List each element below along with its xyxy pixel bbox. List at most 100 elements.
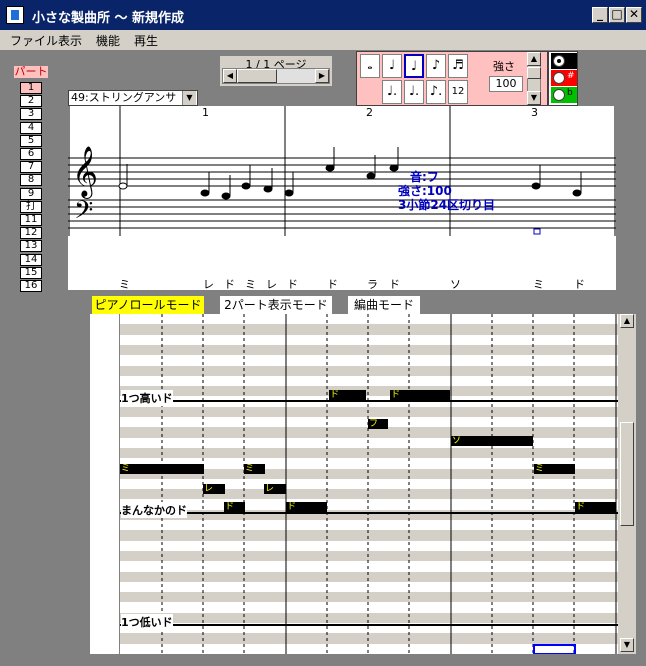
part-item-12[interactable]: 12 xyxy=(20,227,42,240)
whole-note-button[interactable]: 𝅝 xyxy=(360,54,380,78)
app-icon xyxy=(6,6,24,24)
roll-scroll-thumb[interactable] xyxy=(620,422,634,526)
scroll-up-icon[interactable]: ▲ xyxy=(620,314,634,328)
strength-input[interactable]: 100 xyxy=(489,76,523,92)
tooltip-line-3: 3小節24区切り目 xyxy=(398,198,496,212)
roll-note[interactable]: ソ xyxy=(451,436,533,446)
note-name-10: ソ xyxy=(450,278,461,291)
note-name-9: ド xyxy=(389,278,400,291)
bass-clef-icon: 𝄢 xyxy=(74,196,93,231)
roll-note[interactable]: ド xyxy=(390,390,450,400)
note-name-6: ド xyxy=(287,278,298,291)
measure-number-2: 2 xyxy=(366,106,373,119)
part-item-8[interactable]: 8 xyxy=(20,174,42,187)
menu-play[interactable]: 再生 xyxy=(134,32,158,49)
roll-note[interactable]: ド xyxy=(224,502,245,512)
staff-view[interactable]: 𝄞 𝄢 1 2 3 音:フ 強さ:100 3小節24区切り目 ミレドミレドドラド… xyxy=(68,106,616,291)
treble-clef-icon: 𝄞 xyxy=(72,146,98,199)
part-item-15[interactable]: 15 xyxy=(20,266,42,279)
dotted-half-note-button[interactable]: ♩. xyxy=(382,80,402,104)
roll-cursor xyxy=(533,644,576,654)
triplet-button[interactable]: 12 xyxy=(448,80,468,104)
scroll-right-icon[interactable]: ▶ xyxy=(315,69,329,83)
roll-note[interactable]: レ xyxy=(264,484,286,494)
half-note-button[interactable]: ♩ xyxy=(382,54,402,78)
measure-number-3: 3 xyxy=(531,106,538,119)
roll-note[interactable]: ド xyxy=(329,390,366,400)
note-name-8: ラ xyxy=(367,278,378,291)
note-name-11: ミ xyxy=(533,278,544,291)
quarter-note-button[interactable]: ♩ xyxy=(404,54,424,78)
part-item-14[interactable]: 14 xyxy=(20,253,42,266)
window-title: 小さな製曲所 ～ 新規作成 xyxy=(32,11,185,26)
label-low-do: 1つ低いド xyxy=(121,614,173,630)
strength-scroll-thumb[interactable] xyxy=(527,67,541,79)
roll-note[interactable]: ミ xyxy=(120,464,204,474)
cursor-marker xyxy=(533,228,541,235)
maximize-button[interactable]: □ xyxy=(609,7,625,23)
sharp-label: # xyxy=(567,71,575,81)
part-item-7[interactable]: 7 xyxy=(20,161,42,174)
radio-icon xyxy=(553,89,565,101)
strength-scrollbar[interactable]: ▲ ▼ xyxy=(527,52,541,105)
part-item-5[interactable]: 5 xyxy=(20,134,42,147)
key-column xyxy=(90,314,120,654)
scroll-left-icon[interactable]: ◀ xyxy=(223,69,237,83)
piano-roll[interactable]: ドドフソミミミレレドドド 1つ高いド まんなかのド 1つ低いド xyxy=(90,314,618,654)
tooltip-line-2: 強さ:100 xyxy=(398,184,452,198)
accidental-panel: # b xyxy=(548,51,578,106)
note-name-12: ド xyxy=(574,278,585,291)
note-name-2: レ xyxy=(203,278,214,291)
dotted-quarter-note-button[interactable]: ♩. xyxy=(404,80,424,104)
part-item-10[interactable]: 打 xyxy=(20,200,42,213)
roll-note[interactable]: ミ xyxy=(244,464,265,474)
label-middle-do: まんなかのド xyxy=(121,502,187,518)
roll-note[interactable]: ミ xyxy=(534,464,575,474)
tab-two-part[interactable]: 2パート表示モード xyxy=(220,296,332,314)
part-label: パート xyxy=(14,65,48,78)
part-item-4[interactable]: 4 xyxy=(20,121,42,134)
part-item-9[interactable]: 9 xyxy=(20,187,42,200)
measure-number-1: 1 xyxy=(202,106,209,119)
scroll-up-icon[interactable]: ▲ xyxy=(527,52,541,66)
roll-note[interactable]: ド xyxy=(575,502,616,512)
instrument-select[interactable]: 49:ストリングアンサ xyxy=(68,90,198,106)
page-scroll-thumb[interactable] xyxy=(237,69,277,83)
note-name-5: レ xyxy=(266,278,277,291)
roll-scrollbar[interactable]: ▲ ▼ xyxy=(618,314,636,654)
sharp-option[interactable]: # xyxy=(551,70,577,86)
radio-icon xyxy=(553,72,565,84)
note-value-panel: 𝅝 ♩ ♩ ♪ ♬ ♩. ♩. ♪. 12 強さ 100 ▲ ▼ xyxy=(356,51,548,106)
part-item-6[interactable]: 6 xyxy=(20,148,42,160)
scroll-down-icon[interactable]: ▼ xyxy=(620,638,634,652)
part-item-13[interactable]: 13 xyxy=(20,240,42,253)
roll-note[interactable]: フ xyxy=(368,419,388,429)
minimize-button[interactable]: _ xyxy=(592,7,608,23)
chevron-down-icon[interactable]: ▼ xyxy=(182,91,196,105)
menu-function[interactable]: 機能 xyxy=(96,32,120,49)
roll-note[interactable]: レ xyxy=(203,484,225,494)
part-item-11[interactable]: 11 xyxy=(20,214,42,226)
dotted-eighth-note-button[interactable]: ♪. xyxy=(426,80,446,104)
page-scrollbar[interactable]: ◀ ▶ xyxy=(222,68,330,84)
menu-bar: ファイル 表示 機能 再生 xyxy=(0,30,646,50)
natural-option[interactable] xyxy=(551,53,577,69)
sixteenth-note-button[interactable]: ♬ xyxy=(448,54,468,78)
eighth-note-button[interactable]: ♪ xyxy=(426,54,446,78)
part-item-1[interactable]: 1 xyxy=(20,82,42,94)
flat-option[interactable]: b xyxy=(551,87,577,103)
note-name-3: ド xyxy=(224,278,235,291)
scroll-down-icon[interactable]: ▼ xyxy=(527,91,541,105)
roll-note[interactable]: ド xyxy=(286,502,327,512)
menu-file[interactable]: ファイル xyxy=(10,32,58,49)
staff-svg: 𝄞 𝄢 xyxy=(68,106,616,236)
menu-view[interactable]: 表示 xyxy=(58,32,82,49)
tab-piano-roll[interactable]: ピアノロールモード xyxy=(92,296,204,314)
part-item-2[interactable]: 2 xyxy=(20,95,42,108)
part-item-3[interactable]: 3 xyxy=(20,108,42,121)
part-item-16[interactable]: 16 xyxy=(20,280,42,292)
tab-edit[interactable]: 編曲モード xyxy=(348,296,420,314)
tooltip-line-1: 音:フ xyxy=(410,170,439,184)
note-name-4: ミ xyxy=(245,278,256,291)
close-button[interactable]: ✕ xyxy=(626,7,642,23)
